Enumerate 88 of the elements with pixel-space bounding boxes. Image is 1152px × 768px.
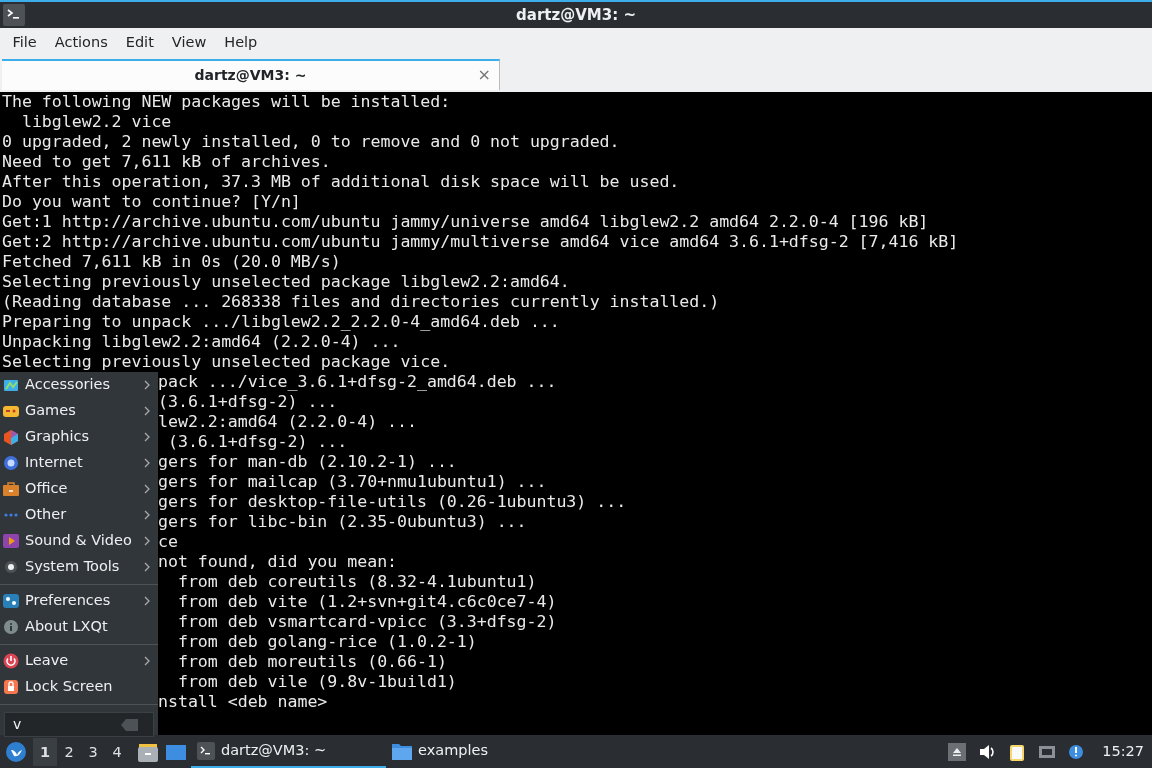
- terminal-line: Fetched 7,611 kB in 0s (20.0 MB/s): [1, 252, 342, 272]
- chevron-right-icon: [144, 458, 150, 468]
- gamepad-icon: [3, 403, 19, 419]
- terminal-line: from deb vile (9.8v-1build1): [176, 672, 458, 692]
- terminal-line: After this operation, 37.3 MB of additional disk space will be used.: [1, 172, 681, 192]
- clock[interactable]: 15:27: [1102, 740, 1144, 763]
- folder-icon: [392, 741, 412, 760]
- workspace-button[interactable]: 2: [57, 737, 81, 766]
- film-icon: [3, 533, 19, 549]
- menu-item[interactable]: Internet: [0, 450, 158, 476]
- terminal-line: Unpacking libglew2.2:amd64 (2.2.0-4) ...: [1, 332, 402, 352]
- menu-item[interactable]: System Tools: [0, 554, 158, 580]
- chevron-right-icon: [144, 432, 150, 442]
- start-menu-icon[interactable]: [5, 740, 27, 763]
- chevron-right-icon: [144, 656, 150, 666]
- chevron-right-icon: [144, 536, 150, 546]
- eject-icon[interactable]: [948, 742, 967, 761]
- terminal-line: not found, did you mean:: [158, 552, 399, 572]
- terminal-line: (3.6.1+dfsg-2) ...: [158, 392, 339, 412]
- terminal-line: Preparing to unpack .../libglew2.2_2.2.0-4_amd64.deb ...: [1, 312, 561, 332]
- terminal-line: from deb vite (1.2+svn+git4.c6c0ce7-4): [176, 592, 558, 612]
- hexagon-icon: [3, 429, 19, 445]
- terminal-line: gers for man-db (2.10.2-1) ...: [158, 452, 458, 472]
- clear-icon: [121, 717, 139, 732]
- briefcase-icon: [3, 481, 19, 497]
- menu-item[interactable]: File: [3, 28, 46, 57]
- menu-item[interactable]: Games: [0, 398, 158, 424]
- menu-item[interactable]: Office: [0, 476, 158, 502]
- terminal-line: Need to get 7,611 kB of archives.: [1, 152, 332, 172]
- terminal-line: Do you want to continue? [Y/n]: [1, 192, 302, 212]
- menu-item[interactable]: Actions: [45, 28, 117, 57]
- terminal-line: gers for libc-bin (2.35-0ubuntu3) ...: [158, 512, 528, 532]
- terminal-line: Get:1 http://archive.ubuntu.com/ubuntu jammy/universe amd64 libglew2.2 amd64 2.2.0-4 [196 kB]: [1, 212, 930, 232]
- terminal-line: pack .../vice_3.6.1+dfsg-2_amd64.deb ...: [158, 372, 558, 392]
- menu-item[interactable]: Graphics: [0, 424, 158, 450]
- terminal-line: lew2.2:amd64 (2.2.0-4) ...: [158, 412, 418, 432]
- terminal-tab[interactable]: dartz@VM3: ~ ×: [2, 59, 500, 90]
- chevron-right-icon: [144, 484, 150, 494]
- menu-item[interactable]: Lock Screen: [0, 674, 158, 700]
- close-button[interactable]: ×: [477, 63, 491, 87]
- menu-item[interactable]: Edit: [116, 28, 163, 57]
- search-input[interactable]: v: [11, 713, 121, 736]
- menu-item[interactable]: Preferences: [0, 588, 158, 614]
- terminal-line: libglew2.2 vice: [20, 112, 173, 132]
- workspace-button[interactable]: 4: [105, 737, 129, 766]
- power-icon: [3, 653, 19, 669]
- terminal-line: from deb vsmartcard-vpicc (3.3+dfsg-2): [176, 612, 558, 632]
- terminal-line: gers for desktop-file-utils (0.26-1ubuntu3) ...: [158, 492, 627, 512]
- terminal-line: The following NEW packages will be installed:: [1, 92, 452, 112]
- lock-icon: [3, 679, 19, 695]
- workspace-button[interactable]: 3: [81, 737, 105, 766]
- volume-icon[interactable]: [978, 742, 997, 761]
- terminal-line: (3.6.1+dfsg-2) ...: [166, 432, 349, 452]
- clipboard-icon[interactable]: [1008, 742, 1027, 761]
- task-button[interactable]: dartz@VM3: ~: [191, 735, 386, 768]
- menu-item[interactable]: Other: [0, 502, 158, 528]
- gear-icon: [3, 559, 19, 575]
- terminal-line: ce: [158, 532, 179, 552]
- terminal-line: Get:2 http://archive.ubuntu.com/ubuntu jammy/multiverse amd64 vice amd64 3.6.1+dfsg-2 [7,416 kB]: [1, 232, 960, 252]
- workspace-button[interactable]: 1: [33, 737, 57, 766]
- terminal-icon: [197, 741, 215, 760]
- terminal-line: (Reading database ... 268338 files and directories currently installed.): [1, 292, 721, 312]
- terminal-line: from deb golang-rice (1.0.2-1): [176, 632, 478, 652]
- search-field[interactable]: v: [4, 712, 154, 737]
- chevron-right-icon: [144, 380, 150, 390]
- terminal-icon: [3, 4, 25, 26]
- window-title: dartz@VM3: ~: [516, 6, 636, 24]
- chevron-right-icon: [144, 562, 150, 572]
- terminal-line: gers for mailcap (3.70+nmu1ubuntu1) ...: [158, 472, 548, 492]
- menu-item[interactable]: View: [162, 28, 216, 57]
- terminal-line: from deb moreutils (0.66-1): [176, 652, 448, 672]
- menu-item[interactable]: About LXQt: [0, 614, 158, 640]
- menu-item[interactable]: Leave: [0, 648, 158, 674]
- chevron-right-icon: [144, 406, 150, 416]
- menu-item[interactable]: Help: [215, 28, 267, 57]
- picture-frame-icon: [3, 377, 19, 393]
- globe-icon: [3, 455, 19, 471]
- terminal-line: Selecting previously unselected package vice.: [1, 352, 452, 372]
- terminal-line: Selecting previously unselected package libglew2.2:amd64.: [1, 272, 571, 292]
- info-icon: [3, 619, 19, 635]
- menu-item[interactable]: Sound & Video: [0, 528, 158, 554]
- menu-item[interactable]: Accessories: [0, 372, 158, 398]
- chevron-right-icon: [144, 596, 150, 606]
- task-button[interactable]: examples: [386, 735, 576, 768]
- terminal-line: nstall <deb name>: [158, 692, 329, 712]
- terminal-line: 0 upgraded, 2 newly installed, 0 to remove and 0 not upgraded.: [1, 132, 621, 152]
- terminal-line: from deb coreutils (8.32-4.1ubuntu1): [176, 572, 538, 592]
- chevron-right-icon: [144, 510, 150, 520]
